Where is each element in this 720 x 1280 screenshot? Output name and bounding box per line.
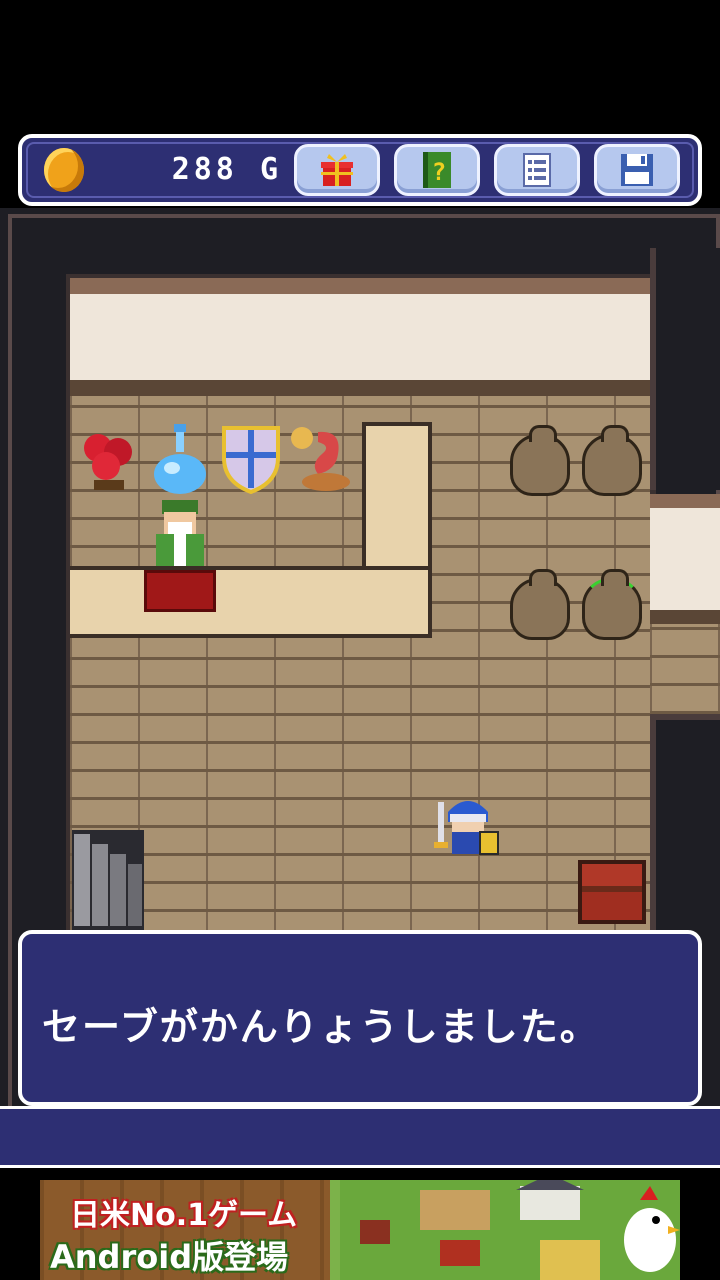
dialog-underlay — [0, 1106, 720, 1168]
blue-potion-item — [154, 424, 206, 494]
gift-button[interactable] — [294, 144, 380, 196]
shield-item — [222, 426, 280, 494]
back-wall — [70, 278, 650, 396]
floppy-disk-icon — [621, 154, 653, 186]
help-book-button[interactable]: ? — [394, 144, 480, 196]
shop-counter-front — [70, 566, 432, 638]
ad-headline: 日米No.1ゲーム — [70, 1198, 298, 1233]
ad-subheadline: Android版登場 — [50, 1238, 289, 1276]
message-dialog[interactable]: セーブがかんりょうしました。 — [18, 930, 702, 1106]
gold-unit: G — [259, 152, 282, 187]
corridor-wall-band — [650, 494, 720, 624]
corridor-wall-upper — [650, 248, 720, 490]
ad-banner[interactable]: 日米No.1ゲーム Android版登場 — [40, 1180, 680, 1280]
grain-sack — [510, 569, 570, 640]
status-bar: 288 G ? — [18, 134, 702, 206]
red-flower-item — [84, 434, 132, 490]
dialog-message: セーブがかんりょうしました。 — [42, 1005, 600, 1049]
grain-sack — [582, 425, 642, 496]
counter-red-mat — [144, 570, 216, 612]
help-book-icon: ? — [423, 152, 451, 188]
corridor-floor — [650, 624, 720, 714]
meat-bread-item — [291, 427, 350, 491]
svg-text:?: ? — [432, 158, 446, 186]
gold-coin-icon — [44, 148, 84, 192]
grain-sack — [510, 425, 570, 496]
treasure-chest[interactable] — [576, 856, 648, 928]
farm-scene-image — [340, 1180, 680, 1280]
list-icon — [523, 153, 551, 187]
shopkeeper-npc[interactable] — [148, 498, 212, 568]
gold-counter: 288 G — [162, 152, 282, 187]
save-button[interactable] — [594, 144, 680, 196]
stairs-down[interactable] — [72, 830, 144, 930]
hero-player[interactable] — [434, 792, 502, 860]
gold-amount: 288 — [171, 152, 238, 187]
grain-sack — [582, 569, 642, 640]
menu-list-button[interactable] — [494, 144, 580, 196]
gift-icon — [321, 154, 353, 186]
